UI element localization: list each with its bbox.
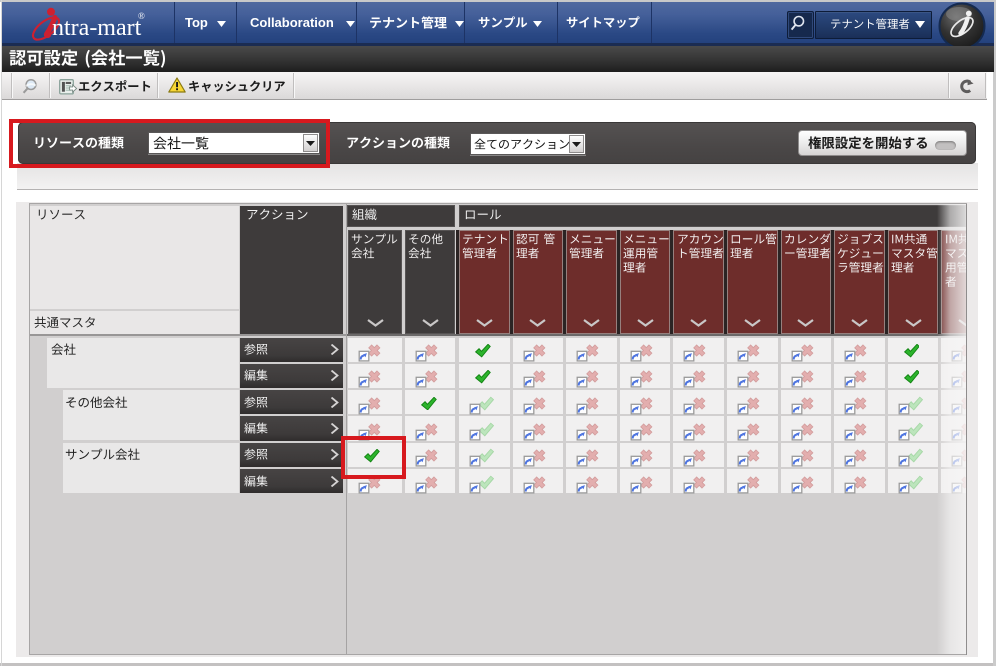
svg-text:®: ® — [138, 11, 145, 21]
svg-text:ntra-mart: ntra-mart — [52, 15, 142, 41]
